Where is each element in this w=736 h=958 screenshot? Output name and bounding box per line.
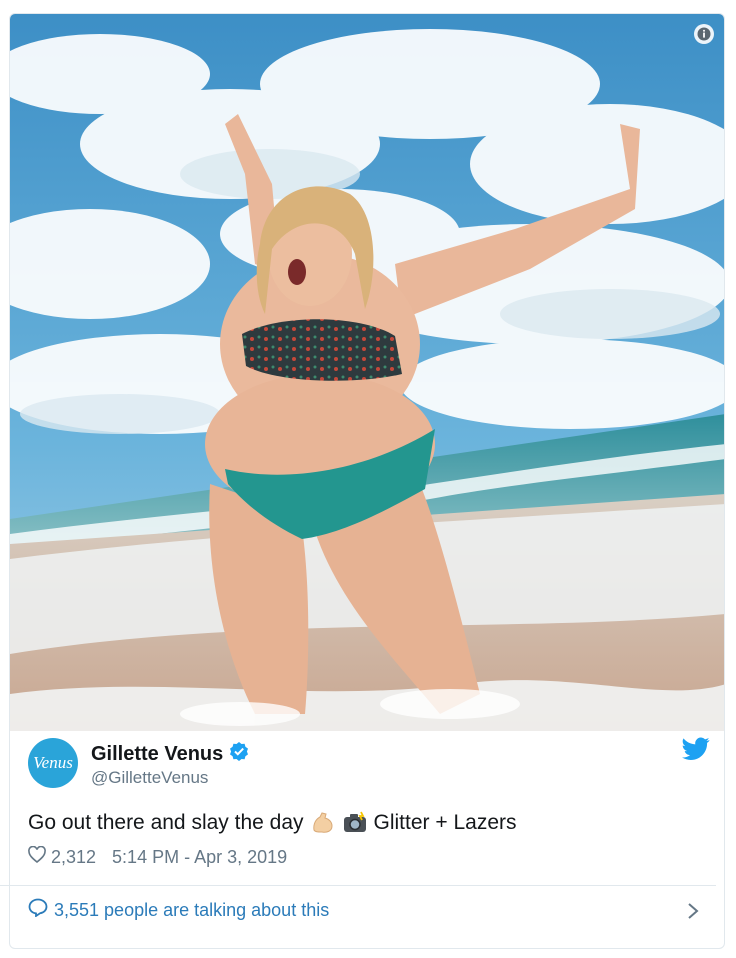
info-icon[interactable] — [694, 24, 714, 44]
tweet-text-part1: Go out there and slay the day — [28, 811, 304, 834]
twitter-bird-icon[interactable] — [682, 737, 710, 761]
avatar-logo-text: Venus — [33, 753, 73, 772]
tweet-meta: 2,312 5:14 PM - Apr 3, 2019 — [28, 845, 287, 868]
chevron-right-icon[interactable] — [686, 901, 700, 921]
timestamp[interactable]: 5:14 PM - Apr 3, 2019 — [112, 847, 287, 868]
flexed-biceps-icon — [310, 810, 336, 836]
display-name-row[interactable]: Gillette Venus — [91, 741, 249, 767]
tweet-text: Go out there and slay the day Glitter + … — [28, 810, 517, 836]
divider — [0, 885, 716, 886]
display-name[interactable]: Gillette Venus — [91, 743, 223, 766]
conversation-count-text[interactable]: 3,551 people are talking about this — [54, 900, 329, 921]
like-button[interactable]: 2,312 — [28, 845, 97, 868]
avatar[interactable]: Venus — [28, 738, 78, 788]
account-handle[interactable]: @GilletteVenus — [91, 768, 208, 788]
heart-icon — [28, 845, 46, 868]
tweet-text-part2: Glitter + Lazers — [373, 811, 517, 834]
conversation-link[interactable]: 3,551 people are talking about this — [28, 898, 329, 922]
tweet-card — [9, 13, 725, 949]
comment-bubble-icon — [28, 898, 48, 922]
camera-with-flash-icon — [342, 810, 368, 836]
verified-badge-icon — [229, 741, 249, 767]
tweet-photo[interactable] — [10, 14, 724, 731]
like-count: 2,312 — [51, 846, 97, 867]
